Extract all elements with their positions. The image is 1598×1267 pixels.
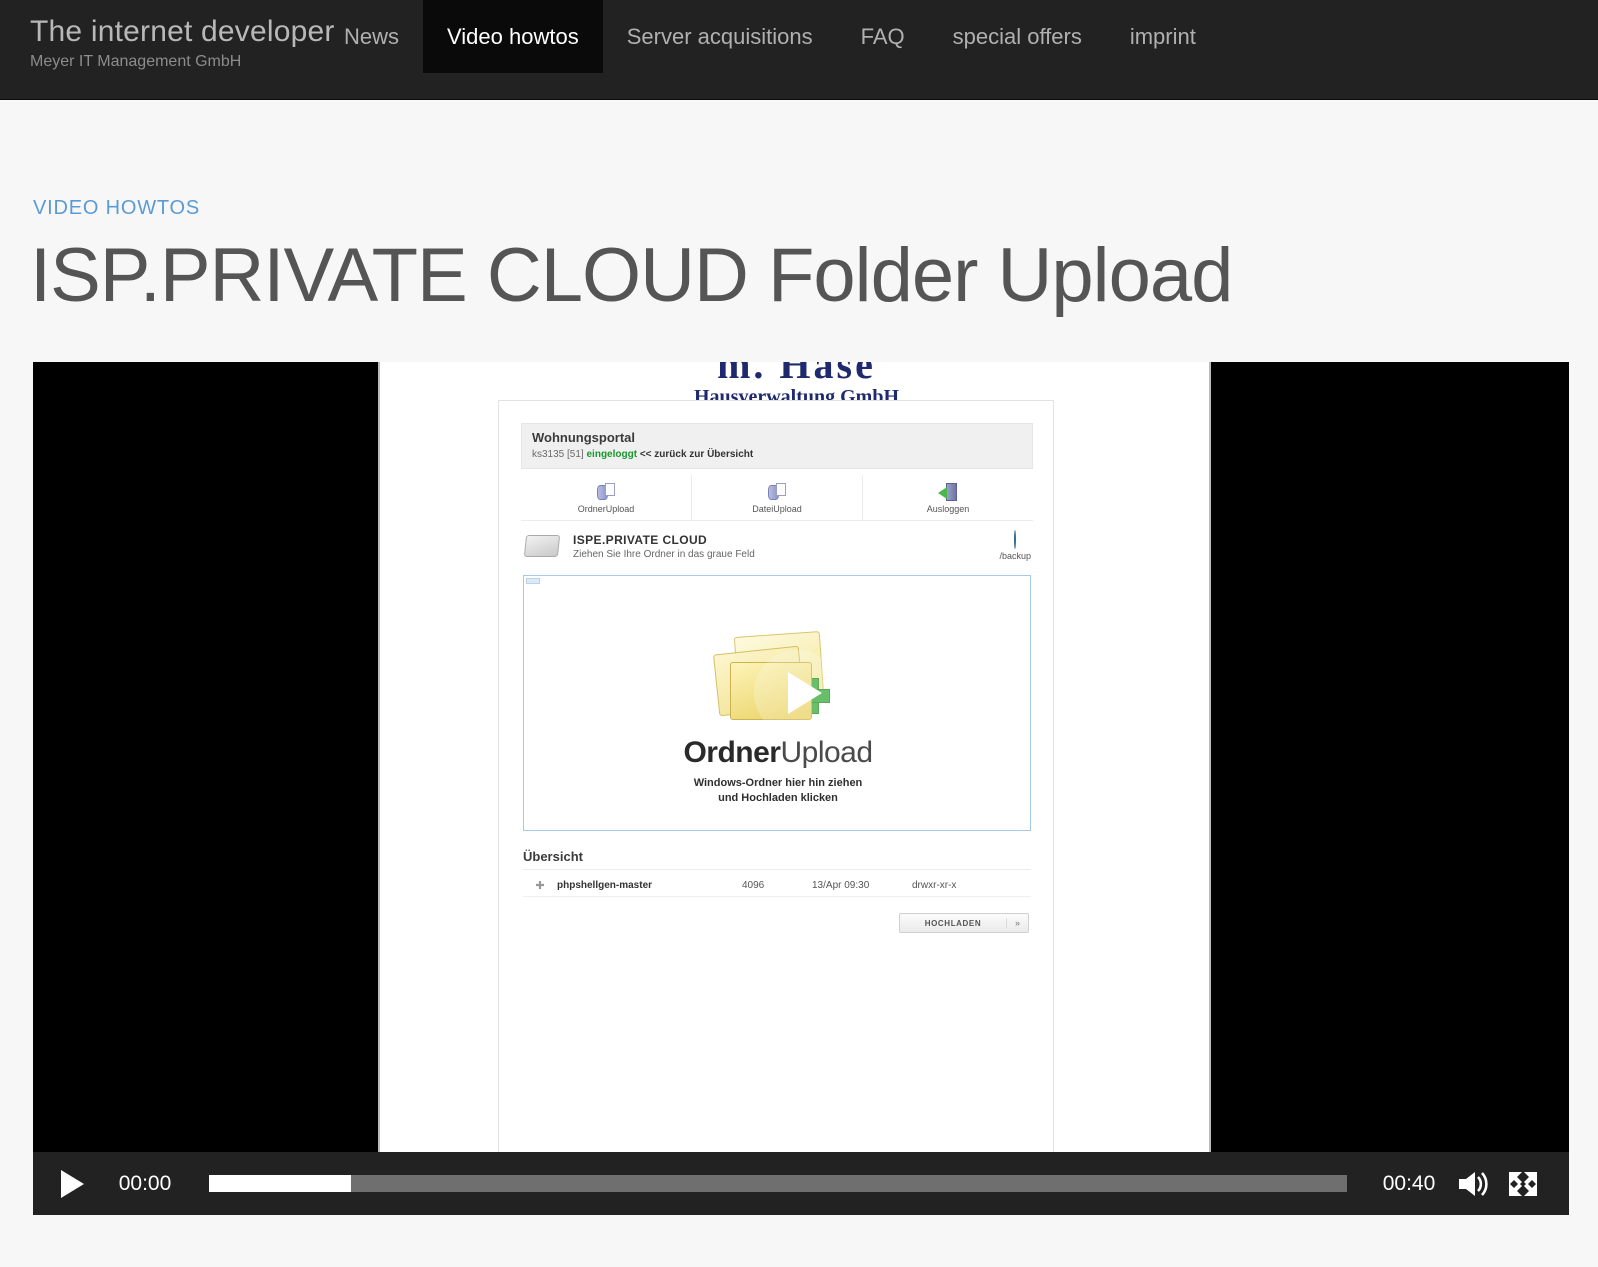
progress-bar[interactable] [209, 1175, 1347, 1192]
portal-tool-label: DateiUpload [752, 503, 802, 514]
portal-account: ks3135 [51] [532, 449, 584, 460]
file-permissions: drwxr-xr-x [912, 880, 957, 891]
hochladen-button-label: HOCHLADEN [924, 918, 982, 928]
video-content-frame: m. Hase Hausverwaltung GmbH Wohnungsport… [378, 362, 1211, 1152]
upload-hint-line-1: Windows-Ordner hier hin ziehen [693, 777, 863, 789]
cloud-title: ISPE.PRIVATE CLOUD [573, 533, 708, 547]
nav-item-server-acquisitions[interactable]: Server acquisitions [603, 0, 837, 73]
volume-button[interactable] [1451, 1164, 1495, 1204]
fullscreen-button[interactable] [1501, 1164, 1545, 1204]
fullscreen-icon [1509, 1171, 1537, 1196]
portal-cloud-header: ISPE.PRIVATE CLOUD Ziehen Sie Ihre Ordne… [521, 527, 1033, 571]
globe-icon [1014, 530, 1017, 549]
file-name: phpshellgen-master [557, 880, 653, 891]
backup-path-indicator[interactable]: /backup [999, 530, 1031, 561]
upload-wordmark: OrdnerUpload [524, 736, 1032, 770]
page-title: ISP.PRIVATE CLOUD Folder Upload [30, 233, 1233, 318]
portal-logo-main: m. Hase [717, 362, 876, 387]
backup-path-label: /backup [999, 551, 1031, 561]
player-controls: 00:00 00:40 [33, 1152, 1569, 1215]
play-overlay-icon[interactable] [754, 650, 840, 736]
nav-item-video-howtos[interactable]: Video howtos [423, 0, 603, 73]
duration-time: 00:40 [1382, 1171, 1436, 1195]
database-upload-icon [596, 482, 616, 502]
table-row[interactable]: ✚ phpshellgen-master 4096 13/Apr 09:30 d… [523, 875, 1031, 897]
upload-word-light: Upload [780, 736, 873, 769]
play-icon [60, 1169, 84, 1198]
portal-header-bar: Wohnungsportal ks3135 [51] eingeloggt <<… [521, 423, 1033, 469]
nav-item-imprint[interactable]: imprint [1106, 0, 1220, 73]
video-player[interactable]: m. Hase Hausverwaltung GmbH Wohnungsport… [33, 362, 1569, 1215]
file-table-divider [523, 869, 1031, 870]
file-date: 13/Apr 09:30 [812, 880, 870, 891]
portal-tool-dateiupload[interactable]: DateiUpload [692, 475, 863, 520]
portal-tool-ordnerupload[interactable]: OrdnerUpload [521, 475, 692, 520]
folder-dropzone[interactable]: OrdnerUpload Windows-Ordner hier hin zie… [523, 575, 1031, 831]
cloud-subtitle: Ziehen Sie Ihre Ordner in das graue Feld [573, 549, 755, 560]
dropzone-corner-tab [526, 578, 540, 584]
logout-icon [938, 482, 958, 502]
move-handle-icon[interactable]: ✚ [523, 879, 557, 892]
upload-word-bold: Ordner [683, 736, 781, 769]
breadcrumb-kicker[interactable]: VIDEO HOWTOS [33, 197, 200, 220]
portal-card: Wohnungsportal ks3135 [51] eingeloggt <<… [498, 400, 1054, 1152]
brand-subtitle: Meyer IT Management GmbH [30, 53, 242, 70]
portal-tool-label: Ausloggen [926, 503, 970, 514]
hard-drive-icon [523, 535, 561, 557]
main-nav: News Video howtos Server acquisitions FA… [320, 0, 1220, 73]
folder-upload-icon [708, 631, 848, 736]
portal-toolbar: OrdnerUpload DateiUpload Ausloggen [521, 475, 1033, 521]
current-time: 00:00 [118, 1171, 172, 1195]
portal-tool-label: OrdnerUpload [577, 503, 635, 514]
site-header: The internet developer Meyer IT Manageme… [0, 0, 1598, 100]
volume-on-icon [1459, 1171, 1488, 1196]
chevron-right-icon: » [1006, 918, 1028, 928]
database-upload-icon [767, 482, 787, 502]
video-stage[interactable]: m. Hase Hausverwaltung GmbH Wohnungsport… [33, 362, 1569, 1152]
nav-item-faq[interactable]: FAQ [837, 0, 929, 73]
progress-buffered [209, 1175, 352, 1192]
portal-session-line: ks3135 [51] eingeloggt << zurück zur Übe… [532, 448, 1022, 462]
portal-login-status: eingeloggt [586, 449, 638, 460]
hochladen-button[interactable]: HOCHLADEN » [899, 913, 1029, 933]
portal-back-link[interactable]: << zurück zur Übersicht [640, 449, 753, 460]
upload-hint-line-2: und Hochladen klicken [718, 792, 838, 804]
title-block: VIDEO HOWTOS ISP.PRIVATE CLOUD Folder Up… [0, 100, 1598, 368]
portal-tool-ausloggen[interactable]: Ausloggen [863, 475, 1033, 520]
portal-title: Wohnungsportal [532, 430, 636, 445]
file-size: 4096 [742, 880, 765, 891]
nav-item-news[interactable]: News [320, 0, 423, 73]
brand-title: The internet developer [30, 15, 335, 48]
overview-file-table: ✚ phpshellgen-master 4096 13/Apr 09:30 d… [523, 869, 1031, 897]
brand[interactable]: The internet developer Meyer IT Manageme… [0, 0, 335, 73]
play-button[interactable] [49, 1164, 95, 1204]
nav-item-special-offers[interactable]: special offers [929, 0, 1106, 73]
overview-heading: Übersicht [523, 849, 583, 864]
upload-artwork: OrdnerUpload Windows-Ordner hier hin zie… [524, 631, 1032, 806]
